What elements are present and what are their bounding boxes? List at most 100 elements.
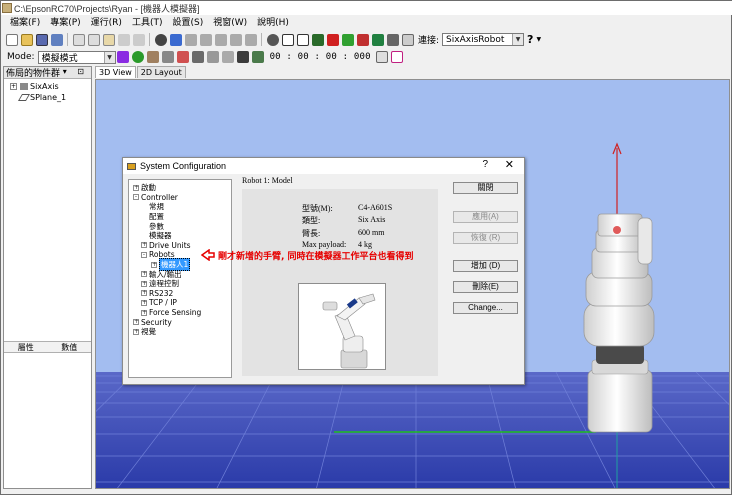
playback-icon[interactable] [376,51,389,63]
paste-icon[interactable] [102,33,115,46]
robot-model-page: Robot 1: Model 型號(M): C4-A601S 類型: Six Axi… [240,176,438,378]
vision-icon[interactable] [356,33,369,46]
change-button[interactable]: Change... [453,302,518,314]
main-toolbar: 連接: SixAxisRobot ▼ ? ▼ [1,31,732,48]
tree-item-sixaxis[interactable]: + SixAxis [4,81,91,92]
indent-icon[interactable] [199,33,212,46]
expand-icon[interactable]: + [133,319,139,326]
close-button[interactable]: 關閉 [453,182,518,194]
panel-pin-icon[interactable]: ▾ ⊡ [63,67,88,76]
redo-icon[interactable] [132,33,145,46]
tree-item-general[interactable]: 常規 [129,202,231,212]
menu-help[interactable]: 說明(H) [252,16,294,31]
dialog-help-button[interactable]: ? [482,159,488,170]
add-sphere-icon[interactable] [132,51,145,63]
tree-item-remote-control[interactable]: + 遠程控制 [129,279,231,289]
play-icon[interactable] [252,51,265,63]
menu-tools[interactable]: 工具(T) [127,16,168,31]
expand-icon[interactable]: + [141,242,147,249]
expand-icon[interactable]: + [141,280,147,287]
connection-select[interactable]: SixAxisRobot ▼ [442,33,525,46]
chevron-down-icon[interactable]: ▼ [536,36,541,43]
expand-icon[interactable]: + [141,290,147,297]
expand-icon[interactable]: + [141,271,147,278]
spec-model: 型號(M): C4-A601S [302,203,393,213]
tree-item-drive-units[interactable]: + Drive Units [129,241,231,251]
simulator-icon[interactable] [401,33,414,46]
collapse-icon[interactable]: - [141,251,147,258]
menu-window[interactable]: 視窗(W) [208,16,252,31]
expand-icon[interactable]: + [133,184,139,191]
io-monitor-icon[interactable] [296,33,309,46]
collision-icon[interactable] [391,51,404,63]
robot-manager-icon[interactable] [311,33,324,46]
build-icon[interactable] [266,33,279,46]
connection-label: 連接: [418,36,440,46]
app-window: C:\EpsonRC70\Projects\Ryan - [機器人模擬器] 檔案… [0,0,732,495]
menu-run[interactable]: 運行(R) [86,16,127,31]
expand-icon[interactable]: + [141,309,147,316]
tab-properties[interactable]: 屬性 [4,342,48,352]
run-window-icon[interactable] [281,33,294,46]
panel-header: 佈局的物件群 ▾ ⊡ [4,67,91,79]
tab-values[interactable]: 數值 [48,342,92,352]
mode-select[interactable]: 模擬模式 ▼ [37,50,116,64]
uncomment-icon[interactable] [244,33,257,46]
help-icon[interactable]: ? [527,33,533,46]
cut-icon[interactable] [72,33,85,46]
apply-button[interactable]: 應用(A) [453,211,518,223]
error-icon[interactable] [326,33,339,46]
annotation-text: 剛才新增的手臂, 同時在模擬器工作平台也看得到 [218,252,414,262]
open-folder-icon[interactable] [20,33,33,46]
tree-item-startup[interactable]: + 啟動 [129,183,231,193]
expand-icon[interactable]: + [133,328,139,335]
reset-view-icon[interactable] [222,51,235,63]
layout-grid-icon[interactable] [192,51,205,63]
binoculars-icon[interactable] [154,33,167,46]
restore-button[interactable]: 恢復 (R) [453,232,518,244]
collapse-icon[interactable]: - [133,194,139,201]
tree-item-force-sensing[interactable]: + Force Sensing [129,308,231,318]
menu-project[interactable]: 專案(P) [45,16,85,31]
tree-item-rs232[interactable]: + RS232 [129,289,231,299]
tree-item-io[interactable]: + 輸入/輸出 [129,269,231,279]
menu-file[interactable]: 檔案(F) [5,16,45,31]
dialog-title-bar: System Configuration ? ✕ [123,158,524,174]
outdent-icon[interactable] [214,33,227,46]
add-plane-icon[interactable] [162,51,175,63]
expand-icon[interactable]: + [141,299,147,306]
bookmark-icon[interactable] [184,33,197,46]
copy-icon[interactable] [87,33,100,46]
tree-item-configuration[interactable]: 配置 [129,212,231,222]
add-button[interactable]: 增加 (D) [453,260,518,272]
find-replace-icon[interactable] [169,33,182,46]
menu-setup[interactable]: 設置(S) [167,16,208,31]
panel-title: 佈局的物件群 [6,69,61,79]
tree-item-tcp-ip[interactable]: + TCP / IP [129,298,231,308]
io-label-icon[interactable] [341,33,354,46]
add-robot-icon[interactable] [177,51,190,63]
record-icon[interactable] [237,51,250,63]
expand-icon[interactable]: + [151,261,157,268]
save-icon[interactable] [35,33,48,46]
tab-3d-view[interactable]: 3D View [95,66,136,78]
dialog-close-button[interactable]: ✕ [505,158,514,171]
force-icon[interactable] [371,33,384,46]
tree-item-parameters[interactable]: 參數 [129,221,231,231]
rotate-icon[interactable] [207,51,220,63]
add-box-icon[interactable] [117,51,130,63]
camera-icon[interactable] [386,33,399,46]
expand-icon[interactable]: + [10,83,17,90]
comment-icon[interactable] [229,33,242,46]
new-file-icon[interactable] [5,33,18,46]
tree-item-splane[interactable]: SPlane_1 [4,92,91,103]
tree-item-vision[interactable]: + 視覺 [129,327,231,337]
save-all-icon[interactable] [50,33,63,46]
tab-2d-layout[interactable]: 2D Layout [136,66,186,78]
tree-item-simulator[interactable]: 模擬器 [129,231,231,241]
tree-item-controller[interactable]: - Controller [129,193,231,203]
delete-button[interactable]: 刪除(E) [453,281,518,293]
window-title: C:\EpsonRC70\Projects\Ryan - [機器人模擬器] [14,3,200,14]
add-cylinder-icon[interactable] [147,51,160,63]
undo-icon[interactable] [117,33,130,46]
